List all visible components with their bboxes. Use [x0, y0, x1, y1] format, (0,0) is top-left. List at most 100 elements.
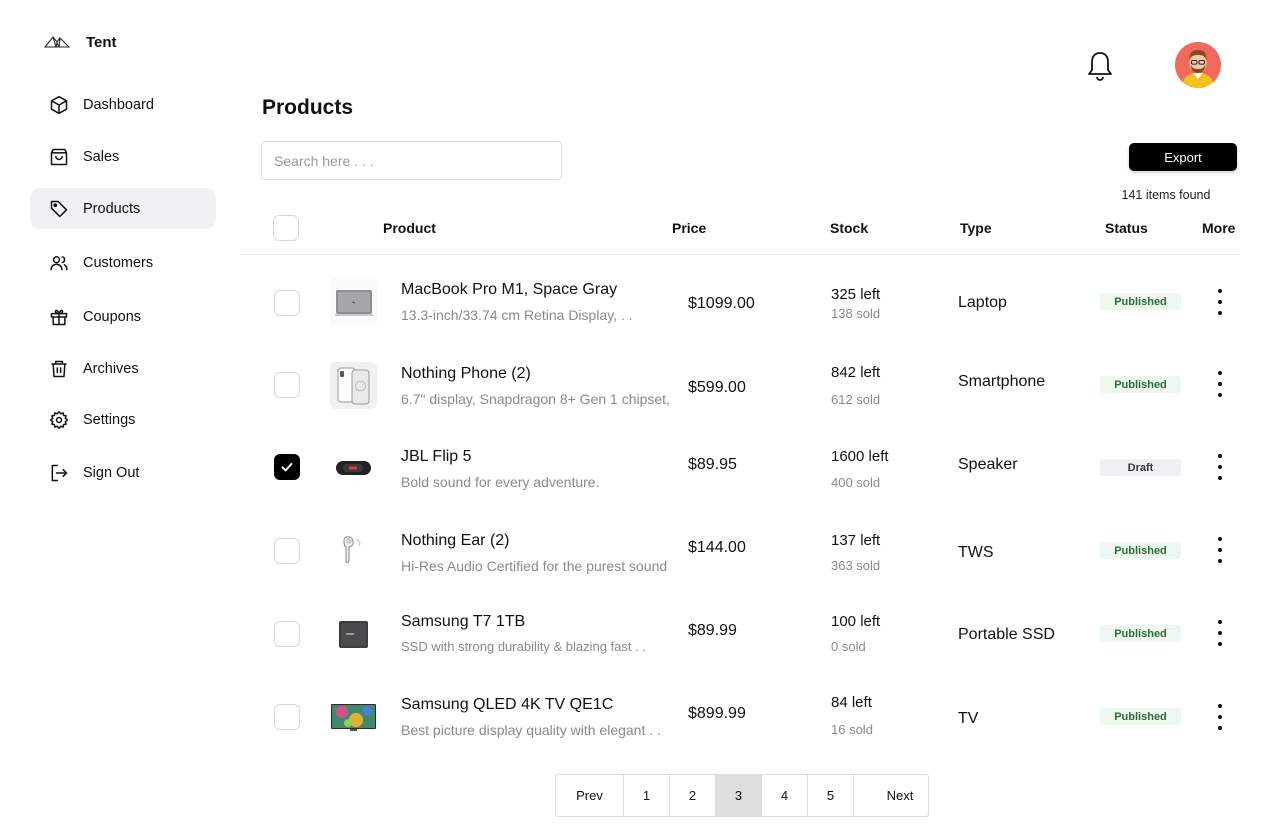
column-header-product[interactable]: Product — [383, 220, 436, 236]
shopping-bag-icon — [50, 148, 68, 165]
column-header-stock[interactable]: Stock — [830, 220, 868, 236]
sidebar-item-label: Sales — [83, 148, 120, 165]
earbud-icon — [343, 536, 361, 563]
stock-left: 842 left — [831, 364, 881, 381]
product-type: Portable SSD — [958, 626, 1055, 643]
status-badge: Published — [1100, 708, 1181, 725]
product-name[interactable]: Samsung T7 1TB — [401, 613, 525, 631]
sidebar-item-label: Dashboard — [83, 96, 154, 113]
product-thumbnail — [330, 362, 377, 409]
more-options-icon[interactable] — [1212, 535, 1228, 565]
row-checkbox[interactable] — [274, 704, 300, 730]
product-price: $144.00 — [688, 539, 746, 556]
product-description: Bold sound for every adventure. — [401, 474, 600, 490]
product-type: TV — [958, 710, 979, 727]
table-row[interactable]: Samsung QLED 4K TV QE1C Best picture dis… — [0, 677, 1280, 757]
table-row[interactable]: Nothing Phone (2) 6.7" display, Snapdrag… — [0, 345, 1280, 425]
search-input[interactable] — [261, 141, 562, 180]
more-options-icon[interactable] — [1212, 618, 1228, 648]
row-checkbox[interactable] — [274, 290, 300, 316]
sidebar-item-sales[interactable]: Sales — [30, 136, 216, 177]
stock-left: 325 left — [831, 286, 881, 303]
status-badge: Published — [1100, 376, 1181, 393]
user-avatar-icon — [1175, 42, 1221, 88]
table-header-divider — [240, 254, 1240, 255]
column-header-price[interactable]: Price — [672, 220, 706, 236]
product-type: Smartphone — [958, 373, 1046, 390]
column-header-more: More — [1202, 220, 1236, 236]
stock-left: 137 left — [831, 532, 881, 549]
pagination-page-4[interactable]: 4 — [762, 775, 808, 816]
column-header-type[interactable]: Type — [960, 220, 992, 236]
more-options-icon[interactable] — [1212, 452, 1228, 482]
status-badge: Draft — [1100, 459, 1181, 476]
more-options-icon[interactable] — [1212, 287, 1228, 317]
pagination-prev-button[interactable]: Prev — [556, 775, 624, 816]
pagination-page-2[interactable]: 2 — [670, 775, 716, 816]
product-type: Laptop — [958, 294, 1007, 311]
select-all-checkbox[interactable] — [273, 215, 299, 241]
phone-icon — [337, 367, 370, 405]
sidebar-item-label: Products — [83, 200, 141, 217]
export-button[interactable]: Export — [1129, 143, 1237, 171]
pagination: Prev 1 2 3 4 5 Next — [555, 774, 929, 817]
product-price: $899.99 — [688, 705, 746, 722]
page-title: Products — [262, 96, 354, 119]
stock-left: 84 left — [831, 694, 872, 711]
product-name[interactable]: MacBook Pro M1, Space Gray — [401, 281, 617, 299]
product-type: TWS — [958, 544, 994, 561]
product-type: Speaker — [958, 456, 1018, 473]
cube-icon — [50, 95, 68, 114]
status-badge: Published — [1100, 625, 1181, 642]
product-thumbnail — [330, 444, 377, 491]
product-description: 6.7" display, Snapdragon 8+ Gen 1 chipse… — [401, 391, 670, 407]
row-checkbox[interactable] — [274, 621, 300, 647]
checkmark-icon — [281, 462, 293, 472]
stock-sold: 400 sold — [831, 475, 881, 490]
sidebar-item-products[interactable]: Products — [30, 188, 216, 229]
pagination-page-5[interactable]: 5 — [808, 775, 854, 816]
pagination-page-3[interactable]: 3 — [716, 775, 762, 816]
ssd-icon — [339, 621, 368, 648]
stock-left: 100 left — [831, 613, 881, 630]
row-checkbox[interactable] — [274, 454, 300, 480]
speaker-icon — [336, 461, 371, 475]
stock-sold: 363 sold — [831, 558, 881, 573]
product-thumbnail — [330, 528, 377, 575]
tag-icon — [50, 200, 68, 217]
column-header-status[interactable]: Status — [1105, 220, 1148, 236]
avatar[interactable] — [1175, 42, 1221, 88]
row-checkbox[interactable] — [274, 372, 300, 398]
more-options-icon[interactable] — [1212, 702, 1228, 732]
product-name[interactable]: Nothing Phone (2) — [401, 365, 531, 383]
table-row[interactable]: JBL Flip 5 Bold sound for every adventur… — [0, 428, 1280, 508]
product-description: SSD with strong durability & blazing fas… — [401, 639, 646, 654]
product-price: $89.95 — [688, 456, 737, 473]
brand-logo[interactable]: Tent — [44, 33, 117, 51]
table-row[interactable]: Samsung T7 1TB SSD with strong durabilit… — [0, 594, 1280, 674]
product-name[interactable]: JBL Flip 5 — [401, 448, 472, 466]
product-description: Hi-Res Audio Certified for the purest so… — [401, 558, 668, 574]
product-price: $89.99 — [688, 622, 737, 639]
pagination-page-1[interactable]: 1 — [624, 775, 670, 816]
items-found-count: 141 items found — [1121, 188, 1211, 202]
product-price: $1099.00 — [688, 295, 755, 312]
product-thumbnail — [330, 694, 377, 741]
laptop-icon — [330, 278, 377, 325]
pagination-next-button[interactable]: Next — [854, 775, 928, 816]
stock-sold: 138 sold — [831, 306, 881, 321]
product-thumbnail — [330, 278, 377, 325]
product-name[interactable]: Samsung QLED 4K TV QE1C — [401, 696, 613, 714]
status-badge: Published — [1100, 293, 1181, 310]
row-checkbox[interactable] — [274, 538, 300, 564]
table-row[interactable]: MacBook Pro M1, Space Gray 13.3-inch/33.… — [0, 262, 1280, 342]
product-name[interactable]: Nothing Ear (2) — [401, 532, 510, 550]
tv-icon — [331, 704, 376, 731]
bell-icon[interactable] — [1086, 50, 1114, 82]
table-row[interactable]: Nothing Ear (2) Hi-Res Audio Certified f… — [0, 511, 1280, 591]
product-description: 13.3-inch/33.74 cm Retina Display, . . — [401, 307, 633, 323]
product-price: $599.00 — [688, 379, 746, 396]
more-options-icon[interactable] — [1212, 369, 1228, 399]
product-thumbnail — [330, 611, 377, 658]
sidebar-item-dashboard[interactable]: Dashboard — [30, 84, 216, 125]
